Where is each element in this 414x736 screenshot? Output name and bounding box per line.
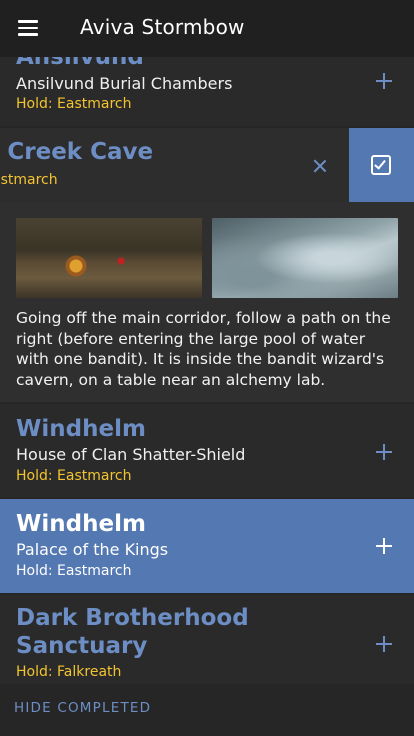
- menu-icon[interactable]: [18, 20, 38, 36]
- place-name: House of Clan Shatter-Shield: [16, 445, 246, 464]
- place-name: Palace of the Kings: [16, 540, 169, 559]
- hold-label: astmarch: [0, 172, 58, 188]
- location-list: Ansilvund Ansilvund Burial Chambers Hold…: [0, 0, 414, 736]
- footer-bar: HIDE COMPLETED: [0, 684, 414, 736]
- hold-label: Hold: Eastmarch: [16, 96, 132, 112]
- checkbox-checked-icon: [371, 155, 391, 175]
- add-icon[interactable]: [376, 444, 392, 460]
- hide-completed-button[interactable]: HIDE COMPLETED: [14, 700, 151, 716]
- add-icon[interactable]: [376, 73, 392, 89]
- hold-label: Hold: Eastmarch: [16, 468, 132, 484]
- hold-label: Hold: Falkreath: [16, 664, 122, 680]
- add-icon[interactable]: [376, 538, 392, 554]
- hold-label: Hold: Eastmarch: [16, 563, 132, 579]
- location-name: Windhelm: [16, 416, 146, 442]
- app-title: Aviva Stormbow: [80, 15, 245, 39]
- location-name: ny Creek Cave: [0, 139, 154, 165]
- list-item[interactable]: Windhelm House of Clan Shatter-Shield Ho…: [0, 404, 414, 497]
- location-name: Dark Brotherhood Sanctuary: [16, 605, 249, 659]
- close-icon[interactable]: [313, 159, 327, 173]
- location-description: Going off the main corridor, follow a pa…: [16, 309, 391, 389]
- item-details: Going off the main corridor, follow a pa…: [0, 202, 414, 402]
- list-item-selected[interactable]: Windhelm Palace of the Kings Hold: Eastm…: [0, 499, 414, 593]
- place-name: Ansilvund Burial Chambers: [16, 74, 233, 93]
- mark-complete-button[interactable]: [349, 128, 414, 202]
- location-name: Windhelm: [16, 511, 146, 537]
- list-item[interactable]: Dark Brotherhood Sanctuary Hold: Falkrea…: [0, 595, 414, 690]
- add-icon[interactable]: [376, 636, 392, 652]
- app-bar: Aviva Stormbow: [0, 0, 414, 57]
- location-screenshot-2[interactable]: [212, 218, 398, 298]
- location-screenshot-1[interactable]: [16, 218, 202, 298]
